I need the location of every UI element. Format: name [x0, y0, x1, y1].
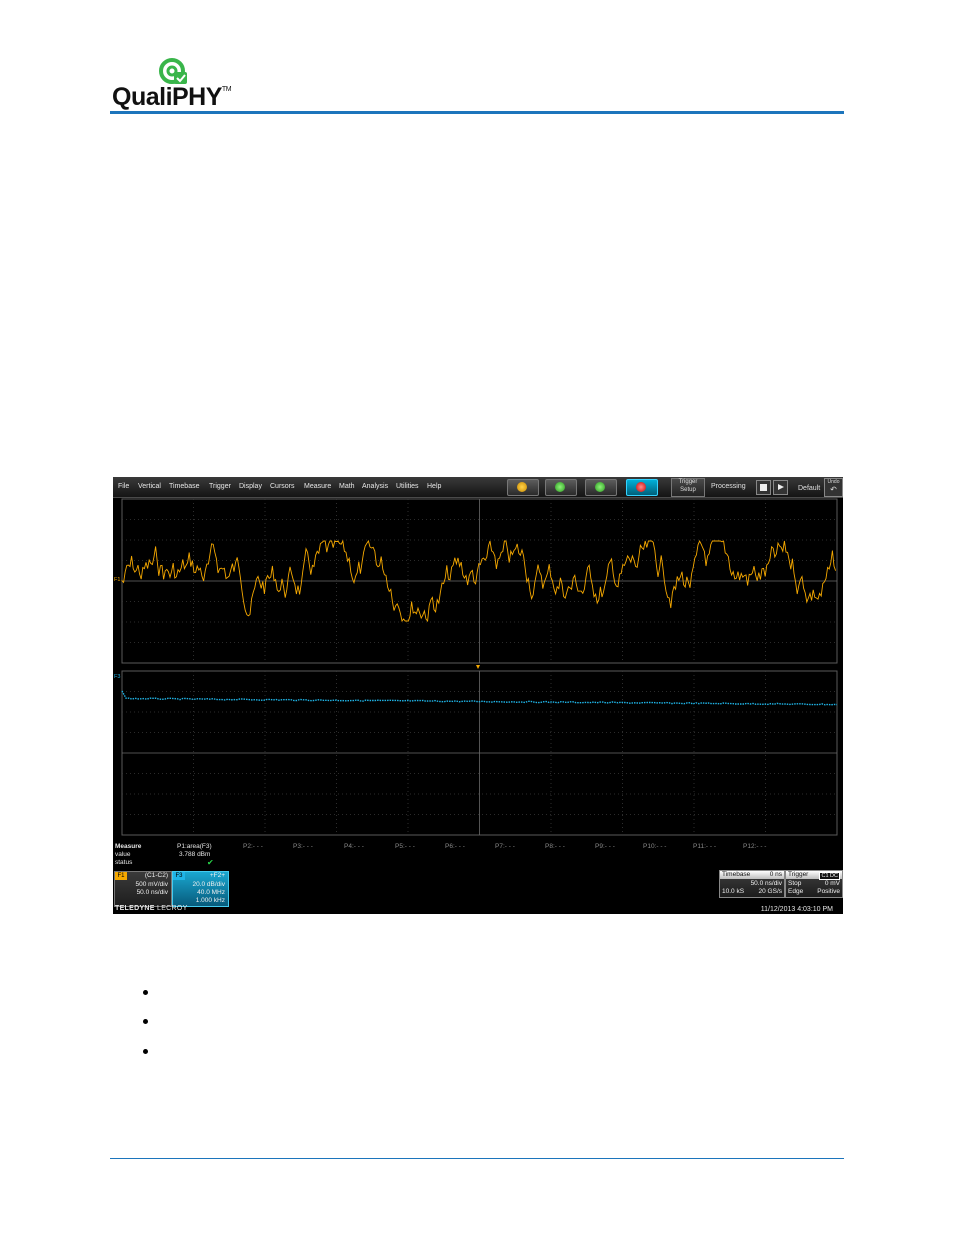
f3-descriptor-box[interactable]: F3 +F2+ 20.0 dB/div 40.0 MHz 1.000 kHz [172, 871, 229, 907]
qualiphy-logo-text: QualiPHYTM [112, 83, 232, 112]
p3-param[interactable]: P3:- - - [293, 843, 313, 850]
bullet-marker-2 [143, 1019, 148, 1024]
p4-param[interactable]: P4:- - - [344, 843, 364, 850]
header-rule [110, 111, 844, 114]
trigger-position-marker [476, 665, 480, 669]
trigger-source-badge: C1 DC [819, 872, 840, 880]
timebase-label: Timebase [722, 871, 751, 878]
f3-dbdiv: 20.0 dB/div [192, 881, 225, 888]
f3-center: 40.0 MHz [197, 889, 225, 896]
scope-datetime: 11/12/2013 4:03:10 PM [760, 906, 833, 913]
f1-vdiv: 500 mV/div [135, 881, 168, 888]
trigger-slope: Positive [817, 888, 840, 895]
trigger-box[interactable]: Trigger C1 DC Stop 0 mV Edge Positive [785, 870, 843, 898]
p9-param[interactable]: P9:- - - [595, 843, 615, 850]
qualiphy-logo: QualiPHYTM [110, 55, 250, 111]
timebase-sample-rate: 20 GS/s [758, 888, 782, 895]
trigger-label: Trigger [788, 871, 809, 878]
oscilloscope-screenshot: File Vertical Timebase Trigger Display C… [113, 477, 843, 914]
f3-source: +F2+ [209, 872, 225, 879]
trademark-symbol: TM [221, 86, 232, 93]
p10-param[interactable]: P10:- - - [643, 843, 666, 850]
timebase-header: Timebase 0 ns [720, 871, 784, 879]
trigger-level: 0 mV [824, 880, 840, 887]
timebase-samples: 10.0 kS [722, 888, 745, 895]
f3-trace-label: F3 [114, 674, 121, 680]
trigger-mode: Stop [788, 880, 802, 887]
p11-param[interactable]: P11:- - - [693, 843, 716, 850]
p1-status-check-icon: ✔ [207, 858, 214, 867]
p1-param-name[interactable]: P1:area(F3) [177, 843, 212, 850]
p5-param[interactable]: P5:- - - [395, 843, 415, 850]
f1-trace-label: F1 [114, 577, 121, 583]
bullet-marker-3 [143, 1049, 148, 1054]
logo-wordmark: QualiPHY [112, 83, 222, 111]
bullet-marker-1 [143, 990, 148, 995]
trigger-header: Trigger C1 DC [786, 871, 842, 880]
f1-source: (C1-C2) [144, 872, 168, 879]
p6-param[interactable]: P6:- - - [445, 843, 465, 850]
footer-rule [110, 1158, 844, 1159]
p7-param[interactable]: P7:- - - [495, 843, 515, 850]
f1-tag: F1 [115, 872, 127, 880]
f3-tag: F3 [173, 872, 185, 880]
measure-table[interactable]: Measure value status P1:area(F3) 3.788 d… [113, 842, 843, 872]
timebase-delay: 0 ns [769, 871, 782, 878]
p12-param[interactable]: P12:- - - [743, 843, 766, 850]
brand-bold: TELEDYNE [115, 905, 155, 912]
measure-heading: Measure [115, 843, 142, 850]
timebase-box[interactable]: Timebase 0 ns 50.0 ns/div 10.0 kS 20 GS/… [719, 870, 785, 898]
p8-param[interactable]: P8:- - - [545, 843, 565, 850]
p1-value: 3.788 dBm [179, 851, 211, 858]
teledyne-lecroy-logo: TELEDYNE LECROY [115, 905, 188, 912]
f3-span: 1.000 kHz [195, 897, 225, 904]
timebase-per-div: 50.0 ns/div [750, 880, 782, 887]
value-row-label: value [115, 851, 131, 858]
f1-descriptor-box[interactable]: F1 (C1-C2) 500 mV/div 50.0 ns/div [114, 871, 172, 907]
brand-light: LECROY [157, 905, 188, 912]
trigger-type: Edge [788, 888, 804, 895]
status-row-label: status [115, 859, 133, 866]
p2-param[interactable]: P2:- - - [243, 843, 263, 850]
f1-tdiv: 50.0 ns/div [136, 889, 168, 896]
